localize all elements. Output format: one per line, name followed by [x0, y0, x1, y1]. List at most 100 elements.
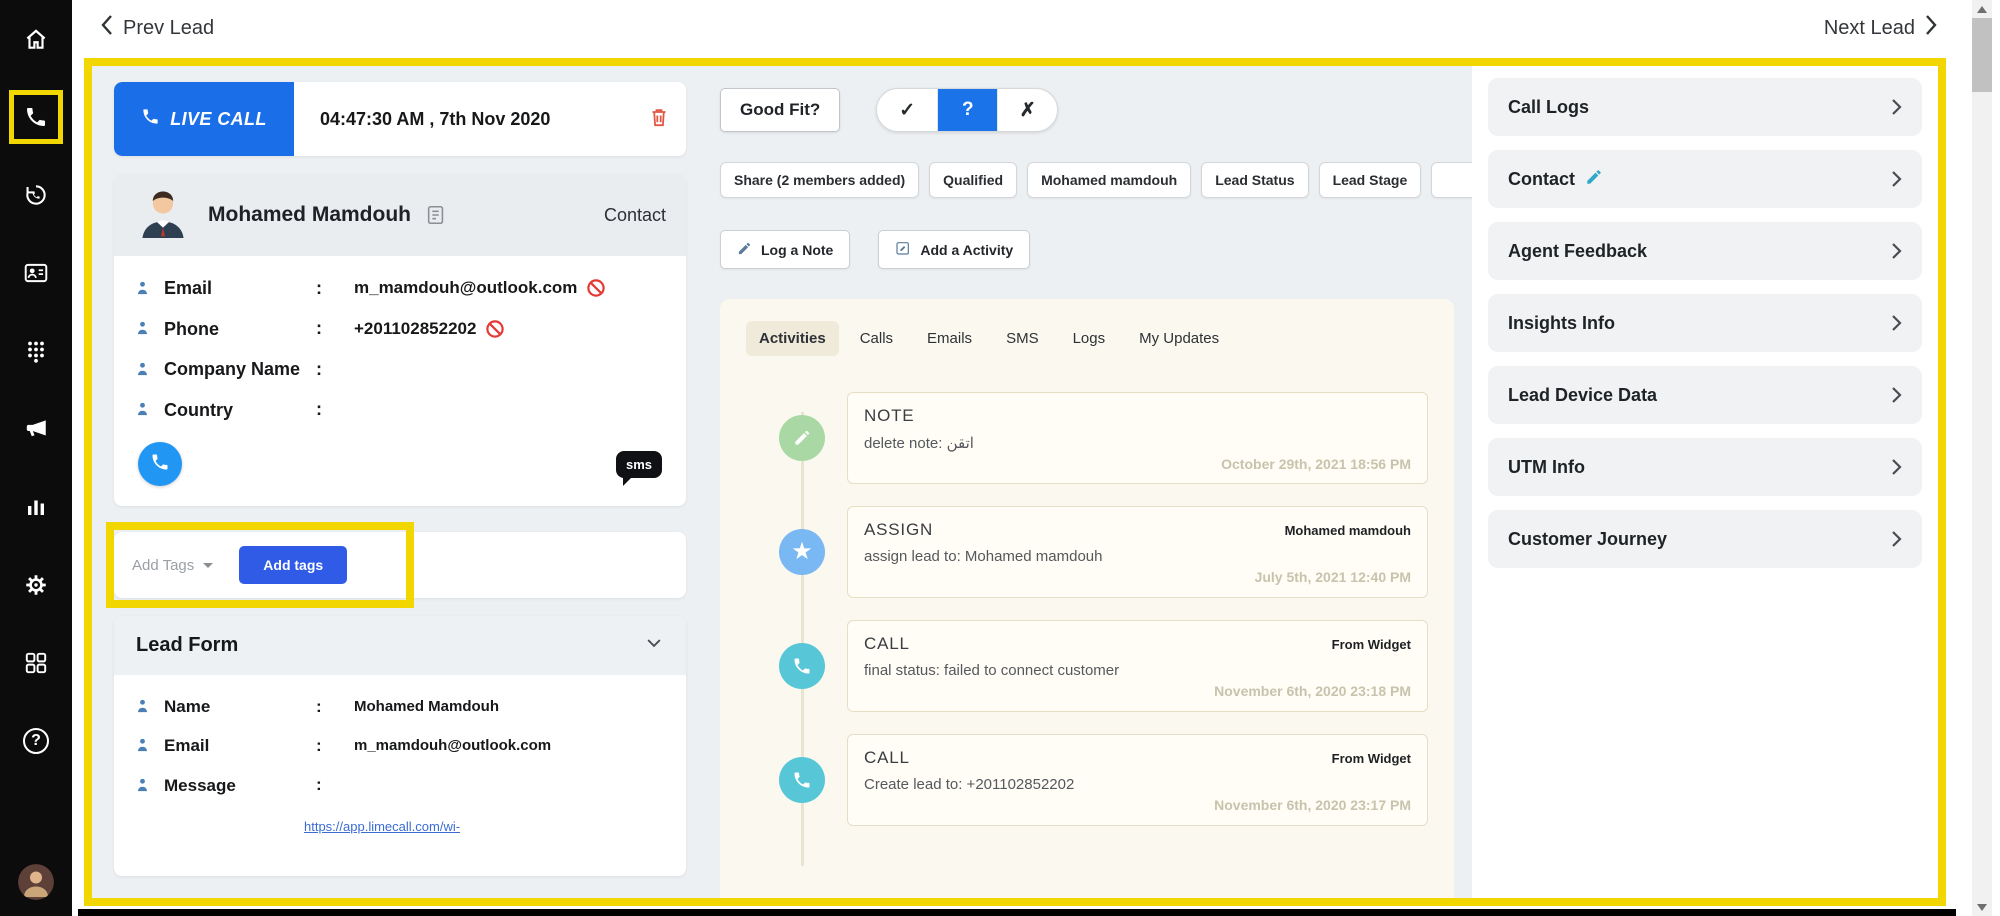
prev-lead-button[interactable]: Prev Lead [100, 14, 214, 42]
phone-icon [150, 452, 170, 477]
tab-logs[interactable]: Logs [1060, 321, 1119, 356]
sidebar-item-calls[interactable] [9, 90, 63, 144]
live-call-button[interactable]: LIVE CALL [114, 82, 294, 156]
contact-field-email: Email : m_mamdouh@outlook.com [134, 268, 666, 309]
vertical-scrollbar[interactable] [1972, 0, 1992, 916]
timeline-card[interactable]: ASSIGN Mohamed mamdouh assign lead to: M… [847, 506, 1428, 598]
panel-row-insights-info[interactable]: Insights Info [1488, 294, 1922, 352]
chevron-down-icon [644, 633, 664, 658]
delete-call-button[interactable] [648, 106, 670, 133]
check-icon: ✓ [899, 99, 916, 121]
add-activity-button[interactable]: Add a Activity [878, 230, 1031, 269]
sidebar-item-analytics[interactable] [21, 492, 51, 522]
sidebar-item-dialpad[interactable] [21, 336, 51, 366]
panel-row-call-logs[interactable]: Call Logs [1488, 78, 1922, 136]
scroll-down-arrow[interactable] [1972, 898, 1992, 916]
field-colon: : [316, 318, 322, 339]
panel-label: Lead Device Data [1508, 384, 1658, 405]
edit-pencil-icon[interactable] [1585, 168, 1603, 191]
megaphone-icon [23, 416, 49, 442]
lead-source-link[interactable]: https://app.limecall.com/wi- [304, 819, 594, 834]
scrollbar-thumb[interactable] [1972, 18, 1992, 92]
do-not-contact-icon[interactable] [485, 319, 505, 339]
tab-activities[interactable]: Activities [746, 321, 839, 356]
field-colon: : [316, 775, 322, 795]
sidebar-item-contacts[interactable] [21, 258, 51, 288]
contact-avatar [134, 186, 192, 244]
panel-label: Customer Journey [1508, 528, 1668, 549]
phone-icon [779, 757, 825, 803]
fit-unsure-option[interactable]: ? [937, 89, 998, 131]
qualified-chip[interactable]: Qualified [929, 162, 1018, 198]
activity-tabs: Activities Calls Emails SMS Logs My Upda… [746, 321, 1428, 356]
chevron-right-icon [1891, 458, 1902, 476]
panel-row-lead-device-data[interactable]: Lead Device Data [1488, 366, 1922, 424]
event-timestamp: November 6th, 2020 23:17 PM [1214, 797, 1411, 813]
event-message: Create lead to: +201102852202 [864, 776, 1075, 793]
sidebar-item-settings[interactable] [21, 570, 51, 600]
fit-bad-option[interactable]: ✗ [997, 89, 1057, 131]
log-note-button[interactable]: Log a Note [720, 230, 851, 269]
event-message: final status: failed to connect customer [864, 662, 1120, 679]
sidebar-item-home[interactable] [21, 24, 51, 54]
good-fit-button[interactable]: Good Fit? [720, 88, 841, 132]
triangle-up-icon [1977, 1, 1987, 13]
call-contact-button[interactable] [138, 442, 182, 486]
event-source: From Widget [1331, 751, 1411, 766]
tab-calls[interactable]: Calls [847, 321, 906, 356]
panel-row-contact[interactable]: Contact [1488, 150, 1922, 208]
contact-field-phone: Phone : +201102852202 [134, 309, 666, 350]
sidebar-item-apps[interactable] [21, 648, 51, 678]
panel-row-customer-journey[interactable]: Customer Journey [1488, 510, 1922, 568]
field-colon: : [316, 735, 322, 755]
contact-quick-actions: sms [114, 430, 686, 506]
lead-status-chip[interactable]: Lead Status [1201, 162, 1309, 198]
share-chip[interactable]: Share (2 members added) [720, 162, 920, 198]
user-avatar[interactable] [18, 864, 54, 900]
panel-row-agent-feedback[interactable]: Agent Feedback [1488, 222, 1922, 280]
panel-label: Contact [1508, 168, 1575, 189]
lead-nav-bar: Prev Lead Next Lead [72, 0, 1966, 56]
add-tags-button[interactable]: Add tags [239, 546, 348, 584]
notes-icon[interactable] [425, 204, 447, 226]
sms-icon[interactable]: sms [615, 450, 662, 486]
event-message: assign lead to: Mohamed mamdouh [864, 548, 1103, 565]
field-label: Country [164, 399, 233, 420]
sidebar-item-help[interactable]: ? [21, 726, 51, 756]
contact-card: Mohamed Mamdouh Contact Email : m_mamdou… [114, 174, 686, 506]
field-colon: : [316, 696, 322, 716]
owner-chip[interactable]: Mohamed mamdouh [1027, 162, 1192, 198]
activity-timeline: NOTE delete note: اتقن October 29th, 202… [746, 392, 1428, 866]
window-bottom-edge [78, 909, 1956, 916]
lead-form-header[interactable]: Lead Form [114, 616, 686, 675]
timeline-card[interactable]: CALL From Widget Create lead to: +201102… [847, 734, 1428, 826]
content-highlight-frame: LIVE CALL 04:47:30 AM , 7th Nov 2020 Moh… [84, 58, 1946, 906]
person-icon [134, 361, 164, 378]
scroll-up-arrow[interactable] [1972, 0, 1992, 18]
timeline-card[interactable]: CALL From Widget final status: failed to… [847, 620, 1428, 712]
tab-sms[interactable]: SMS [993, 321, 1052, 356]
timeline-item-assign: ★ ASSIGN Mohamed mamdouh assign lead to:… [746, 506, 1428, 598]
sidebar-item-call-history[interactable] [21, 180, 51, 210]
add-activity-label: Add a Activity [920, 241, 1014, 258]
phone-icon [141, 107, 160, 131]
apps-grid-icon [23, 650, 49, 676]
contact-name: Mohamed Mamdouh [208, 203, 411, 226]
contact-fields: Email : m_mamdouh@outlook.com Phone : +2… [114, 256, 686, 430]
next-lead-button[interactable]: Next Lead [1824, 14, 1938, 42]
tab-emails[interactable]: Emails [914, 321, 985, 356]
event-type: CALL [864, 748, 910, 767]
phone-value: +201102852202 [354, 318, 477, 338]
tab-my-updates[interactable]: My Updates [1126, 321, 1232, 356]
chevron-right-icon [1891, 170, 1902, 188]
log-note-label: Log a Note [761, 241, 834, 258]
add-tags-dropdown[interactable]: Add Tags [132, 557, 214, 574]
do-not-contact-icon[interactable] [586, 278, 606, 298]
fit-good-option[interactable]: ✓ [877, 89, 937, 131]
panel-label: Call Logs [1508, 96, 1590, 117]
timeline-card[interactable]: NOTE delete note: اتقن October 29th, 202… [847, 392, 1428, 484]
lead-stage-chip[interactable]: Lead Stage [1318, 162, 1422, 198]
sidebar-item-campaigns[interactable] [21, 414, 51, 444]
panel-row-utm-info[interactable]: UTM Info [1488, 438, 1922, 496]
tags-card: Add Tags Add tags [106, 522, 686, 608]
